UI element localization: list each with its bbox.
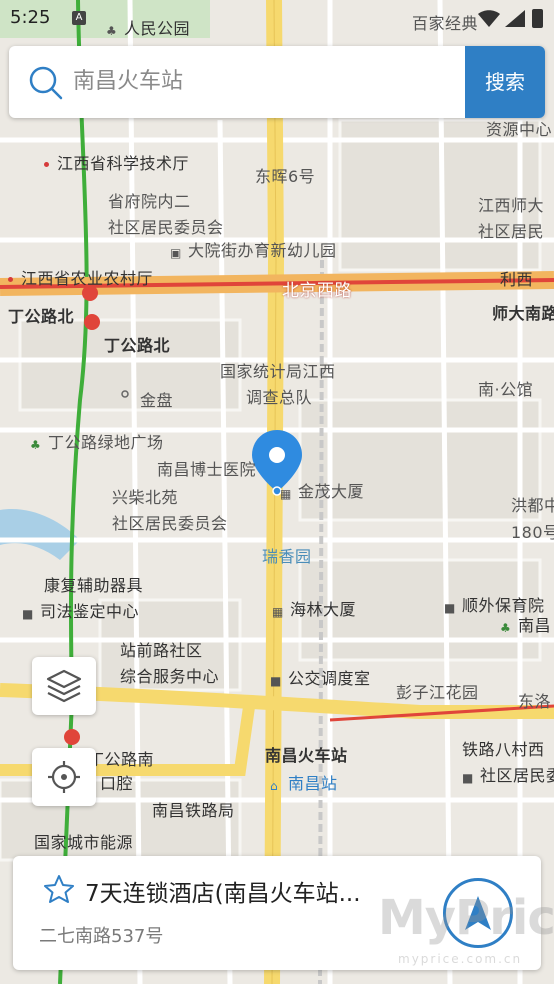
road-label-beijing-west: 北京西路: [282, 281, 352, 301]
map-label: ▦ 金茂大厦: [280, 482, 365, 501]
map-label: 社区居民委员会: [112, 514, 228, 533]
map-label: 洪都中: [511, 496, 554, 515]
map-label: 彭子江花园: [396, 683, 479, 702]
map-label: ■社区居民委: [462, 766, 554, 785]
map-label: 180号: [511, 523, 554, 542]
map-label: 口腔: [100, 774, 134, 793]
status-bar: 5:25 A: [0, 0, 554, 36]
favorite-star-icon[interactable]: [43, 874, 75, 904]
map-label: 江西师大: [478, 196, 545, 215]
map-label: 铁路八村西: [462, 740, 545, 759]
map-label: 江西省农业农村厅: [8, 265, 153, 289]
map-label: ■ 公交调度室: [270, 669, 371, 688]
map-label: 南昌博士医院: [157, 460, 257, 479]
map-label: ▦ 海林大厦: [272, 600, 357, 619]
search-icon: [29, 66, 63, 100]
crosshair-icon: [48, 761, 80, 793]
map-label: 综合服务中心: [120, 667, 220, 686]
battery-icon: [532, 9, 543, 28]
search-input[interactable]: 南昌火车站: [73, 46, 453, 118]
map-label: 资源中心: [486, 120, 553, 139]
map-label: 江西省科学技术厅: [44, 150, 189, 174]
search-button[interactable]: 搜索: [465, 46, 545, 118]
map-label: 社区居民: [478, 222, 545, 241]
map-label: ▣ 大院街办育新幼儿园: [170, 241, 337, 260]
map-label: 南·公馆: [478, 380, 534, 399]
search-bar: 南昌火车站 搜索: [9, 46, 545, 118]
map-label: 省府院内二: [108, 192, 191, 211]
watermark-logo: MyPrice: [378, 890, 554, 946]
map-label: 丁公路北: [8, 307, 75, 326]
map-label: 国家城市能源: [34, 833, 134, 852]
map-label: 社区居民委员会: [108, 218, 224, 237]
map-label: 调查总队: [246, 388, 313, 407]
locate-me-button[interactable]: [32, 748, 96, 806]
map-label: 丁公路北: [104, 336, 171, 355]
map-label: 南昌铁路局: [152, 801, 235, 820]
map-label: ■ 司法鉴定中心: [22, 602, 140, 621]
status-time: 5:25: [10, 7, 51, 28]
map-label: 金盘: [140, 391, 174, 410]
wifi-icon: [478, 10, 500, 27]
map-label: ⌂ 南昌站: [270, 774, 338, 793]
map-label: 南昌火车站: [265, 746, 348, 765]
map-label: 兴柴北苑: [112, 488, 179, 507]
map-label: ♣ 丁公路绿地广场: [30, 433, 164, 452]
sim-icon: A: [72, 11, 86, 25]
map-label: 利西: [500, 270, 534, 289]
map-label: 东晖6号: [255, 167, 316, 186]
map-label: 师大南路: [492, 304, 554, 323]
map-label: 丁公路南: [88, 750, 155, 769]
map-label: 站前路社区: [120, 641, 203, 660]
map-label: 瑞香园: [262, 547, 312, 566]
layers-icon: [46, 669, 82, 703]
map-label: 康复辅助器具: [44, 576, 144, 595]
layers-button[interactable]: [32, 657, 96, 715]
place-address: 二七南路537号: [39, 926, 164, 947]
map-label: ♣ 南昌: [500, 616, 552, 635]
map-label: 国家统计局江西: [220, 362, 336, 381]
map-view[interactable]: ♣ 人民公园 百家经典 资源中心 江西省科学技术厅 省府院内二 社区居民委员会 东…: [0, 0, 554, 984]
signal-icon: [505, 10, 525, 27]
watermark-url: myprice.com.cn: [398, 952, 523, 966]
map-label: 东洛: [518, 692, 552, 711]
